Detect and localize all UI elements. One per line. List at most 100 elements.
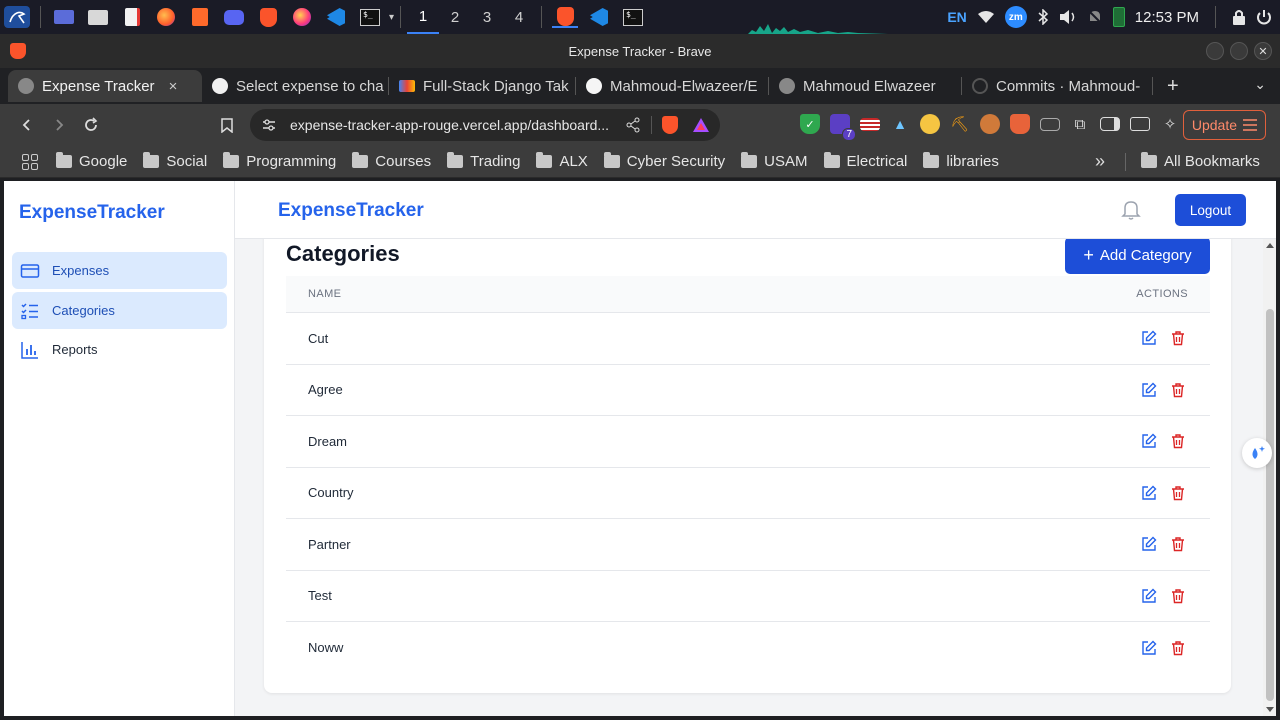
bookmark-folder-cyber-security[interactable]: Cyber Security (596, 152, 733, 170)
brave-icon[interactable] (255, 6, 281, 28)
update-button[interactable]: Update (1182, 110, 1266, 140)
chevron-down-icon[interactable]: ⌄ (1254, 76, 1266, 93)
tab-django-admin[interactable]: Select expense to cha (202, 70, 388, 102)
back-button[interactable] (12, 110, 42, 140)
text-editor-icon[interactable] (119, 6, 145, 28)
puzzle-icon[interactable]: ⧉ (1070, 114, 1090, 134)
bookmark-folder-courses[interactable]: Courses (344, 152, 439, 170)
edit-icon[interactable] (1141, 330, 1157, 346)
terminal-icon[interactable]: $_ (357, 6, 383, 28)
edit-icon[interactable] (1141, 588, 1157, 604)
workspace-2[interactable]: 2 (439, 0, 471, 34)
keyboard-layout[interactable]: EN (947, 9, 966, 25)
tab-gmail[interactable]: Full-Stack Django Tak (389, 70, 575, 102)
sidebar-item-reports[interactable]: Reports (12, 331, 227, 368)
site-settings-icon[interactable] (262, 118, 276, 132)
reload-button[interactable] (76, 110, 106, 140)
us-flag-icon[interactable] (860, 117, 880, 131)
logout-button[interactable]: Logout (1175, 194, 1246, 226)
bookmark-folder-electrical[interactable]: Electrical (816, 152, 916, 170)
trash-icon[interactable] (1170, 382, 1186, 398)
bluetooth-icon[interactable] (1037, 9, 1049, 25)
floating-assistant-button[interactable] (1242, 438, 1272, 468)
bookmark-folder-libraries[interactable]: libraries (915, 152, 1007, 170)
tab-profile[interactable]: Mahmoud Elwazeer (769, 70, 961, 102)
chart-extension-icon[interactable]: ▲ (890, 114, 910, 134)
workspace-1[interactable]: 1 (407, 0, 440, 34)
edit-icon[interactable] (1141, 433, 1157, 449)
tab-github-repo[interactable]: Mahmoud-Elwazeer/E (576, 70, 768, 102)
brave-rewards-icon[interactable] (692, 117, 710, 133)
fox-extension-icon[interactable] (1010, 114, 1030, 134)
all-bookmarks-folder[interactable]: All Bookmarks (1133, 152, 1268, 170)
trash-icon[interactable] (1170, 588, 1186, 604)
sidebar-brand[interactable]: ExpenseTracker (19, 202, 165, 224)
shield-extension-icon[interactable]: ✓ (800, 114, 820, 134)
bookmark-folder-social[interactable]: Social (135, 152, 215, 170)
desktop-icon[interactable] (51, 6, 77, 28)
minimize-button[interactable] (1206, 42, 1224, 60)
brave-window-icon[interactable] (552, 6, 579, 28)
file-manager-icon[interactable] (85, 6, 111, 28)
trash-icon[interactable] (1170, 640, 1186, 656)
add-category-button[interactable]: + Add Category (1065, 237, 1210, 274)
sidebar-icon[interactable] (1100, 117, 1120, 131)
page-scrollbar[interactable] (1263, 239, 1276, 716)
lock-icon[interactable] (1232, 9, 1246, 25)
pickaxe-extension-icon[interactable]: ⛏ (950, 114, 970, 134)
tab-expense-tracker[interactable]: Expense Tracker × (8, 70, 202, 102)
trash-icon[interactable] (1170, 330, 1186, 346)
bell-icon[interactable] (1121, 199, 1141, 221)
vscode-icon[interactable] (323, 6, 349, 28)
close-icon[interactable]: × (169, 78, 178, 95)
scroll-down-arrow[interactable] (1266, 707, 1274, 712)
hex-extension-icon[interactable]: 7 (830, 114, 856, 141)
discord-icon[interactable] (221, 6, 247, 28)
sidebar-item-expenses[interactable]: Expenses (12, 252, 227, 289)
bookmark-folder-programming[interactable]: Programming (215, 152, 344, 170)
bookmark-folder-alx[interactable]: ALX (528, 152, 595, 170)
mail-extension-icon[interactable] (1040, 117, 1060, 131)
leo-ai-icon[interactable]: ✧ (1160, 114, 1180, 134)
trash-icon[interactable] (1170, 536, 1186, 552)
bookmark-folder-trading[interactable]: Trading (439, 152, 528, 170)
zoom-icon[interactable]: zm (1004, 6, 1027, 28)
workspace-3[interactable]: 3 (471, 0, 503, 34)
trash-icon[interactable] (1170, 433, 1186, 449)
scrollbar-thumb[interactable] (1266, 309, 1274, 701)
terminal-window-icon[interactable]: $_ (620, 6, 646, 28)
header-brand[interactable]: ExpenseTracker (278, 200, 424, 222)
trash-icon[interactable] (1170, 485, 1186, 501)
cookie-editor-icon[interactable] (980, 114, 1000, 134)
maximize-button[interactable] (1230, 42, 1248, 60)
tab-commits[interactable]: Commits · Mahmoud- (962, 70, 1152, 102)
bookmark-folder-google[interactable]: Google (48, 152, 135, 170)
firefox-icon[interactable] (153, 6, 179, 28)
scroll-up-arrow[interactable] (1266, 243, 1274, 248)
more-bookmarks-button[interactable]: » (1095, 151, 1105, 172)
firefox-dev-icon[interactable] (289, 6, 315, 28)
wallet-icon[interactable] (1130, 117, 1150, 131)
workspace-4[interactable]: 4 (503, 0, 535, 34)
edit-icon[interactable] (1141, 382, 1157, 398)
kali-menu-icon[interactable] (4, 6, 30, 28)
burp-suite-icon[interactable] (187, 6, 213, 28)
forward-button[interactable] (44, 110, 74, 140)
power-icon[interactable] (1256, 9, 1272, 25)
cookie-extension-icon[interactable] (920, 114, 940, 134)
url-text[interactable]: expense-tracker-app-rouge.vercel.app/das… (290, 117, 615, 133)
wifi-icon[interactable] (977, 10, 995, 24)
sidebar-item-categories[interactable]: Categories (12, 292, 227, 329)
bookmark-icon[interactable] (212, 110, 242, 140)
clock[interactable]: 12:53 PM (1135, 9, 1199, 26)
new-tab-button[interactable]: + (1167, 75, 1179, 98)
apps-grid-icon[interactable] (22, 153, 38, 170)
address-bar[interactable]: expense-tracker-app-rouge.vercel.app/das… (250, 109, 720, 141)
edit-icon[interactable] (1141, 536, 1157, 552)
share-icon[interactable] (625, 117, 641, 133)
volume-icon[interactable] (1059, 9, 1077, 25)
close-window-button[interactable]: ✕ (1254, 42, 1272, 60)
vscode-window-icon[interactable] (586, 6, 612, 28)
notifications-muted-icon[interactable] (1087, 9, 1103, 25)
edit-icon[interactable] (1141, 640, 1157, 656)
